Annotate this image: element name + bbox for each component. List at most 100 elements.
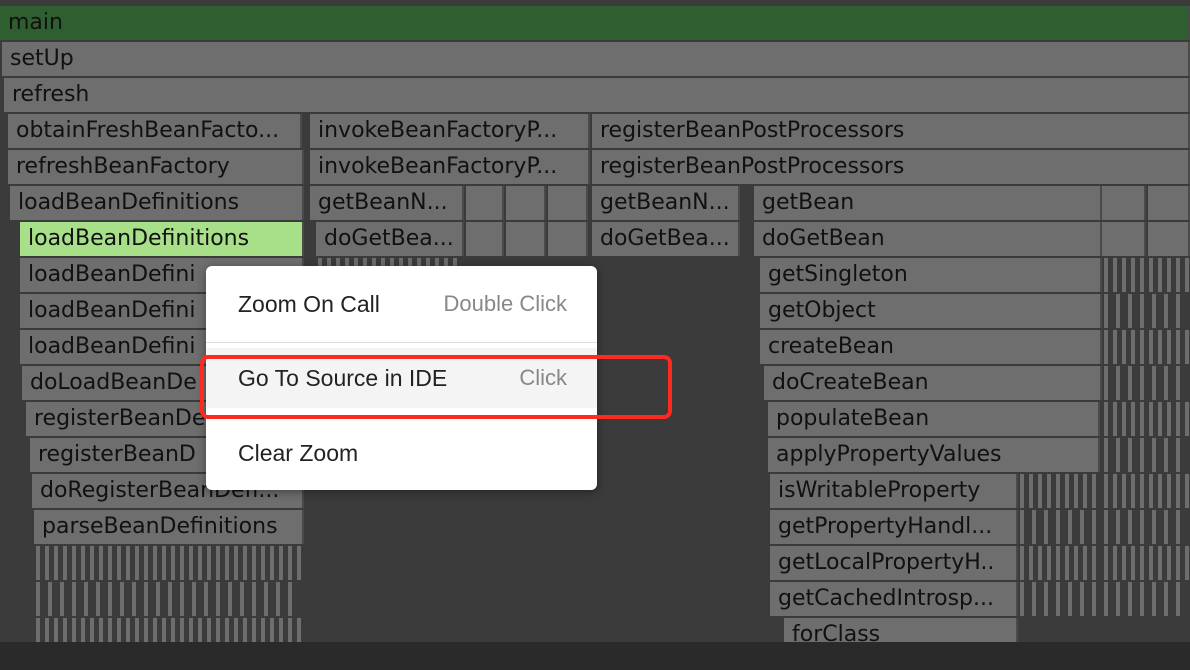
flame-frame-sliver[interactable]	[1176, 402, 1182, 436]
flame-frame-sliver[interactable]	[1176, 258, 1182, 292]
flame-frame[interactable]: invokeBeanFactoryP...	[310, 114, 590, 148]
flame-frame-sliver[interactable]	[207, 618, 213, 642]
flame-frame-sliver[interactable]	[207, 546, 213, 580]
flame-frame-sliver[interactable]	[108, 618, 114, 642]
flame-frame-sliver[interactable]	[1167, 474, 1173, 508]
flame-frame-sliver[interactable]	[168, 582, 174, 616]
flame-frame-sliver[interactable]	[36, 618, 42, 642]
flame-frame-sliver[interactable]	[1185, 474, 1190, 508]
flame-frame-sliver[interactable]	[198, 618, 204, 642]
flame-frame-sliver[interactable]	[1176, 510, 1182, 544]
flame-frame[interactable]	[466, 222, 504, 256]
flame-frame-sliver[interactable]	[180, 546, 186, 580]
flame-frame[interactable]	[1148, 186, 1190, 220]
flame-frame-sliver[interactable]	[1140, 294, 1146, 328]
flame-frame-sliver[interactable]	[1080, 582, 1086, 616]
flame-frame-sliver[interactable]	[1032, 510, 1038, 544]
flame-frame[interactable]: applyPropertyValues	[768, 438, 1100, 472]
flame-frame-sliver[interactable]	[1065, 546, 1071, 580]
flame-frame[interactable]: registerBeanPostProcessors	[592, 114, 1190, 148]
flame-frame-sliver[interactable]	[1164, 294, 1170, 328]
flame-frame-sliver[interactable]	[1104, 474, 1110, 508]
flame-frame-sliver[interactable]	[1152, 294, 1158, 328]
flame-frame-sliver[interactable]	[126, 618, 132, 642]
flame-frame-sliver[interactable]	[153, 618, 159, 642]
flame-frame[interactable]: doGetBea...	[316, 222, 464, 256]
flame-frame-sliver[interactable]	[162, 546, 168, 580]
flame-frame-sliver[interactable]	[108, 546, 114, 580]
flame-frame-sliver[interactable]	[234, 546, 240, 580]
flame-frame-sliver[interactable]	[1185, 258, 1190, 292]
flame-frame-sliver[interactable]	[1113, 546, 1119, 580]
flame-frame-sliver[interactable]	[1092, 546, 1098, 580]
flame-frame-sliver[interactable]	[204, 582, 210, 616]
flame-frame[interactable]: main	[0, 6, 1190, 40]
flame-frame-sliver[interactable]	[1104, 258, 1110, 292]
flame-frame-sliver[interactable]	[1116, 510, 1122, 544]
flame-frame[interactable]	[1102, 222, 1146, 256]
flame-frame-sliver[interactable]	[1044, 582, 1050, 616]
flame-frame-sliver[interactable]	[1104, 510, 1110, 544]
flame-frame-sliver[interactable]	[1113, 402, 1119, 436]
flame-frame-sliver[interactable]	[1140, 474, 1146, 508]
flame-frame-sliver[interactable]	[54, 618, 60, 642]
flame-frame-sliver[interactable]	[270, 546, 276, 580]
flame-frame-sliver[interactable]	[1092, 474, 1098, 508]
flame-frame-sliver[interactable]	[1038, 474, 1044, 508]
flame-frame-sliver[interactable]	[135, 618, 141, 642]
flame-frame[interactable]: loadBeanDefinitions	[10, 186, 304, 220]
flame-frame-sliver[interactable]	[180, 618, 186, 642]
flame-frame-sliver[interactable]	[162, 618, 168, 642]
flame-frame-sliver[interactable]	[1140, 438, 1146, 472]
flame-frame-sliver[interactable]	[1074, 546, 1080, 580]
flame-frame-sliver[interactable]	[198, 546, 204, 580]
flame-frame-sliver[interactable]	[1176, 546, 1182, 580]
flame-frame-sliver[interactable]	[189, 546, 195, 580]
flame-frame-sliver[interactable]	[1176, 438, 1182, 472]
flame-frame-sliver[interactable]	[1020, 582, 1026, 616]
flame-frame-sliver[interactable]	[126, 546, 132, 580]
flame-frame[interactable]: doGetBean	[754, 222, 1102, 256]
flame-frame-sliver[interactable]	[297, 546, 303, 580]
flame-frame[interactable]: registerBeanPostProcessors	[592, 150, 1190, 184]
flame-frame-sliver[interactable]	[225, 618, 231, 642]
flame-frame-sliver[interactable]	[1056, 474, 1062, 508]
flame-frame-sliver[interactable]	[243, 618, 249, 642]
flame-frame-sliver[interactable]	[1056, 546, 1062, 580]
flame-frame-sliver[interactable]	[1122, 546, 1128, 580]
flame-frame[interactable]: getBean	[754, 186, 1102, 220]
flame-frame-sliver[interactable]	[1020, 510, 1026, 544]
flame-frame-sliver[interactable]	[1140, 402, 1146, 436]
flame-frame-sliver[interactable]	[180, 582, 186, 616]
flame-frame[interactable]	[466, 186, 504, 220]
flame-frame-sliver[interactable]	[1104, 438, 1110, 472]
flame-frame-sliver[interactable]	[1131, 474, 1137, 508]
flame-frame-sliver[interactable]	[1167, 330, 1173, 364]
flame-frame-sliver[interactable]	[1104, 402, 1110, 436]
flame-frame-sliver[interactable]	[1104, 294, 1110, 328]
flame-frame-sliver[interactable]	[1116, 582, 1122, 616]
flame-frame-sliver[interactable]	[189, 618, 195, 642]
flame-frame-sliver[interactable]	[1176, 366, 1182, 400]
flame-frame-sliver[interactable]	[1149, 258, 1155, 292]
flame-frame-sliver[interactable]	[216, 618, 222, 642]
flame-frame-sliver[interactable]	[1104, 582, 1110, 616]
flame-frame-sliver[interactable]	[171, 546, 177, 580]
flame-frame-sliver[interactable]	[1092, 582, 1098, 616]
flame-frame-sliver[interactable]	[117, 618, 123, 642]
flame-frame-sliver[interactable]	[1116, 438, 1122, 472]
flame-frame-sliver[interactable]	[1152, 510, 1158, 544]
flame-frame-sliver[interactable]	[1158, 258, 1164, 292]
flame-frame-sliver[interactable]	[1020, 474, 1026, 508]
flame-frame[interactable]: getCachedIntrosp...	[770, 582, 1018, 616]
flame-frame-sliver[interactable]	[1176, 330, 1182, 364]
flame-frame-sliver[interactable]	[1131, 258, 1137, 292]
flame-frame-sliver[interactable]	[1167, 546, 1173, 580]
flame-frame-sliver[interactable]	[1185, 402, 1190, 436]
flame-frame-sliver[interactable]	[135, 546, 141, 580]
flame-frame-sliver[interactable]	[1152, 438, 1158, 472]
flame-frame-sliver[interactable]	[261, 546, 267, 580]
flame-frame-sliver[interactable]	[1131, 546, 1137, 580]
flame-frame-sliver[interactable]	[1149, 474, 1155, 508]
flame-frame-sliver[interactable]	[1158, 474, 1164, 508]
